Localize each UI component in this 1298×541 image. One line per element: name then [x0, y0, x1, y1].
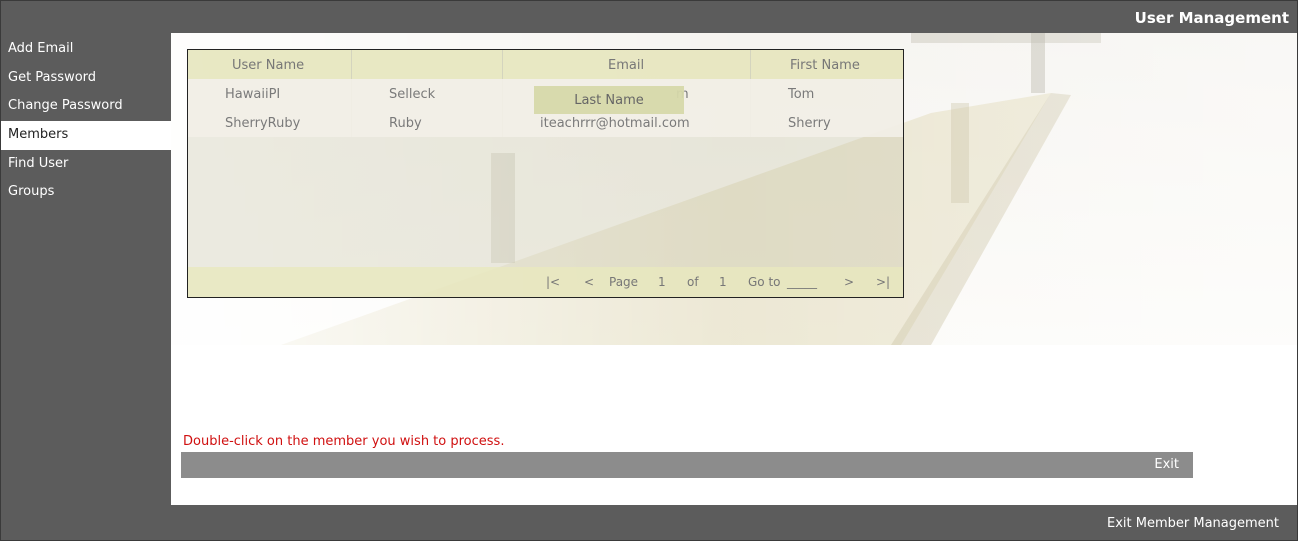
- sidebar-item-groups[interactable]: Groups: [1, 178, 171, 207]
- cell-user-name: SherryRuby: [225, 116, 301, 131]
- pager-page-label: Page: [609, 275, 639, 289]
- pager-prev-button[interactable]: <: [584, 275, 594, 289]
- column-header-first-name[interactable]: First Name: [790, 58, 860, 73]
- cell-email: iteachrrr@hotmail.com: [540, 116, 690, 131]
- sidebar-item-get-password[interactable]: Get Password: [1, 64, 171, 93]
- cell-last-name: Ruby: [389, 116, 422, 131]
- footer-bar: Exit Member Management: [1, 505, 1297, 540]
- sidebar-item-members[interactable]: Members: [1, 121, 171, 150]
- column-drag-last-name[interactable]: Last Name: [534, 86, 684, 114]
- pager-goto-input[interactable]: _____: [787, 275, 817, 289]
- cell-last-name: Selleck: [389, 87, 436, 102]
- pager-total-pages: 1: [719, 275, 727, 289]
- main-panel: User Name Email First Name HawaiiPI Sell…: [171, 33, 1297, 505]
- pager-first-button[interactable]: |<: [546, 275, 560, 289]
- pager-of-label: of: [687, 275, 699, 289]
- cell-user-name: HawaiiPI: [225, 87, 281, 102]
- sidebar: Add Email Get Password Change Password M…: [1, 33, 171, 505]
- grid-pager: |< < Page 1 of 1 Go to _____ > >|: [188, 267, 903, 297]
- column-header-email[interactable]: Email: [608, 58, 644, 73]
- grid-header: User Name Email First Name: [188, 50, 903, 79]
- exit-button[interactable]: Exit: [1154, 457, 1179, 472]
- page-title: User Management: [1134, 9, 1289, 27]
- pager-next-button[interactable]: >: [844, 275, 854, 289]
- action-bar: Exit: [181, 452, 1193, 478]
- top-bar: User Management: [1, 1, 1297, 33]
- pager-current-page: 1: [658, 275, 666, 289]
- column-header-user-name[interactable]: User Name: [232, 58, 304, 73]
- app-window: User Management Add Email Get Password C…: [0, 0, 1298, 541]
- pager-last-button[interactable]: >|: [876, 275, 890, 289]
- sidebar-item-add-email[interactable]: Add Email: [1, 35, 171, 64]
- sidebar-item-find-user[interactable]: Find User: [1, 150, 171, 179]
- cell-first-name: Sherry: [788, 116, 831, 131]
- pager-goto-label: Go to: [748, 275, 781, 289]
- exit-member-management-button[interactable]: Exit Member Management: [1107, 516, 1279, 531]
- members-grid: User Name Email First Name HawaiiPI Sell…: [187, 49, 904, 298]
- sidebar-item-change-password[interactable]: Change Password: [1, 92, 171, 121]
- instruction-text: Double-click on the member you wish to p…: [183, 434, 505, 449]
- cell-first-name: Tom: [788, 87, 815, 102]
